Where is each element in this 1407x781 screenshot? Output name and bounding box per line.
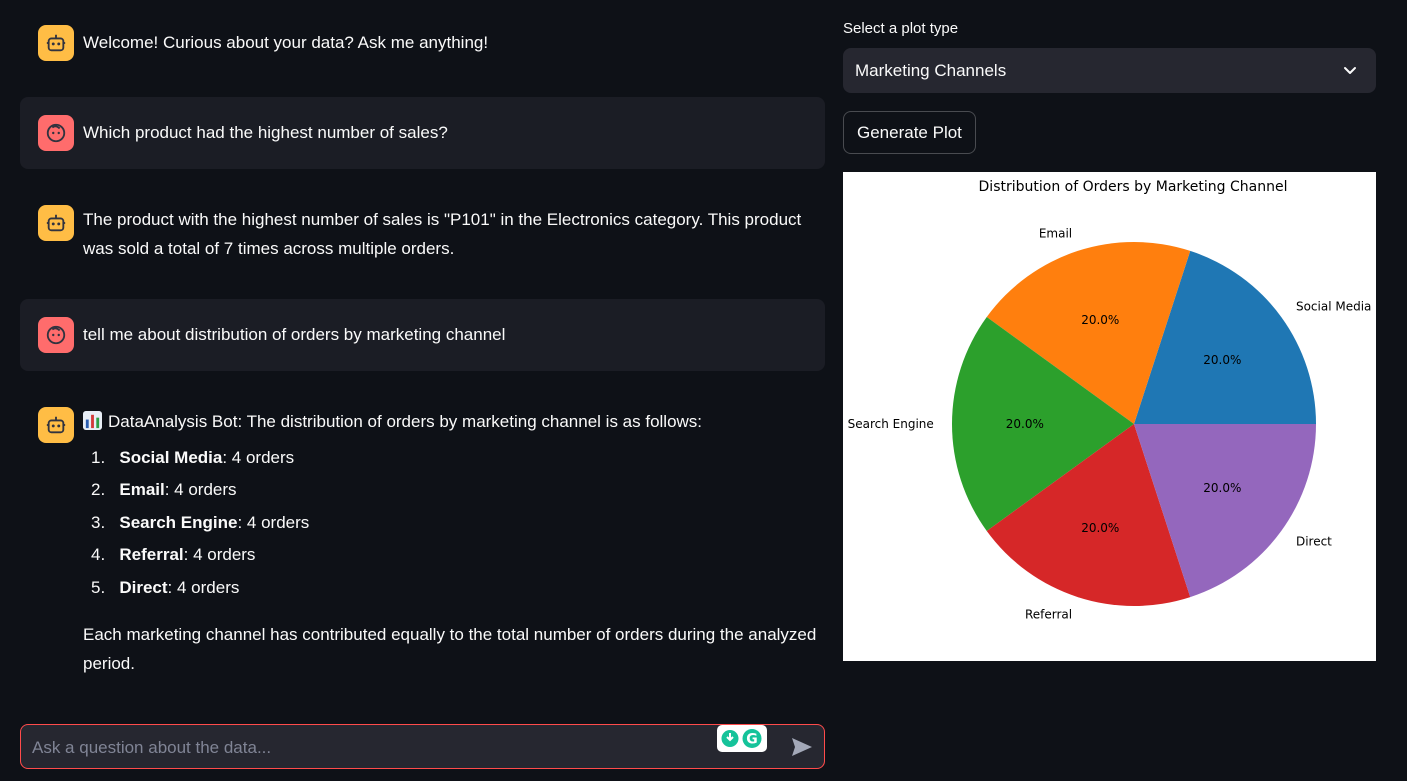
pie-percent-label: 20.0%	[1081, 521, 1119, 535]
pie-percent-label: 20.0%	[1203, 353, 1241, 367]
list-item: 3. Search Engine: 4 orders	[87, 507, 817, 539]
pie-label: Direct	[1296, 535, 1332, 549]
list-number: 5.	[91, 577, 106, 597]
robot-icon	[46, 416, 66, 434]
list-item: 5. Direct: 4 orders	[87, 572, 817, 604]
list-item-value: : 4 orders	[222, 448, 295, 467]
grammarly-icon[interactable]: G	[717, 725, 767, 752]
message-intro-line: DataAnalysis Bot: The distribution of or…	[83, 407, 817, 436]
list-item-name: Direct	[119, 577, 168, 597]
message-text: Which product had the highest number of …	[83, 123, 448, 142]
list-item-name: Referral	[119, 545, 184, 565]
list-item-value: : 4 orders	[164, 480, 237, 500]
pie-label: Referral	[1025, 607, 1072, 621]
send-icon[interactable]	[791, 737, 813, 757]
plot-type-value: Marketing Channels	[855, 60, 1007, 80]
list-number: 4.	[91, 545, 106, 565]
pie-label: Email	[1039, 227, 1072, 241]
generate-plot-button[interactable]: Generate Plot	[843, 111, 976, 154]
list-item: 1. Social Media: 4 orders	[87, 442, 817, 474]
list-item-value: : 4 orders	[183, 545, 256, 565]
channel-list: 1. Social Media: 4 orders 2. Email: 4 or…	[83, 442, 817, 604]
face-icon	[46, 325, 66, 345]
pie-chart: Distribution of Orders by Marketing Chan…	[843, 172, 1376, 661]
list-number: 1.	[91, 448, 106, 467]
chart-title: Distribution of Orders by Marketing Chan…	[979, 179, 1288, 195]
message-outro: Each marketing channel has contributed e…	[83, 625, 817, 674]
bot-avatar	[38, 205, 74, 241]
bar-chart-icon	[83, 411, 102, 430]
pie-percent-label: 20.0%	[1081, 313, 1119, 327]
list-item: 2. Email: 4 orders	[87, 474, 817, 506]
chevron-down-icon	[1344, 67, 1356, 74]
pie-label: Search Engine	[848, 417, 934, 431]
pie-label: Social Media	[1296, 299, 1371, 313]
chat-message-user: Which product had the highest number of …	[20, 97, 825, 169]
list-item-value: : 4 orders	[237, 512, 310, 532]
chat-message-assistant: DataAnalysis Bot: The distribution of or…	[20, 407, 825, 678]
plot-type-label: Select a plot type	[843, 20, 959, 37]
list-item-name: Search Engine	[119, 512, 238, 532]
pie-chart-svg: Distribution of Orders by Marketing Chan…	[848, 179, 1372, 621]
list-item: 4. Referral: 4 orders	[87, 539, 817, 571]
list-item-value: : 4 orders	[167, 577, 240, 597]
bot-avatar	[38, 407, 74, 443]
user-avatar	[38, 115, 74, 151]
chat-message-user: tell me about distribution of orders by …	[20, 299, 825, 371]
chat-panel: Welcome! Curious about your data? Ask me…	[20, 0, 825, 781]
chat-message-assistant: The product with the highest number of s…	[20, 205, 825, 263]
face-icon	[46, 123, 66, 143]
message-text: Welcome! Curious about your data? Ask me…	[83, 33, 489, 52]
list-item-name: Social Media	[119, 448, 223, 467]
chat-message-assistant: Welcome! Curious about your data? Ask me…	[20, 25, 825, 61]
message-intro: DataAnalysis Bot: The distribution of or…	[108, 412, 703, 431]
robot-icon	[46, 34, 66, 52]
list-number: 2.	[91, 480, 106, 500]
chat-input[interactable]	[30, 725, 714, 770]
bot-avatar	[38, 25, 74, 61]
pie-percent-label: 20.0%	[1203, 481, 1241, 495]
plot-type-select[interactable]: Marketing Channels	[843, 48, 1376, 93]
chat-input-box[interactable]: G	[20, 724, 825, 770]
svg-text:G: G	[746, 732, 758, 748]
user-avatar	[38, 317, 74, 353]
list-number: 3.	[91, 512, 106, 532]
message-text: The product with the highest number of s…	[83, 210, 802, 258]
message-text: tell me about distribution of orders by …	[83, 325, 506, 344]
list-item-name: Email	[119, 480, 165, 500]
robot-icon	[46, 214, 66, 232]
pie-percent-label: 20.0%	[1006, 417, 1044, 431]
